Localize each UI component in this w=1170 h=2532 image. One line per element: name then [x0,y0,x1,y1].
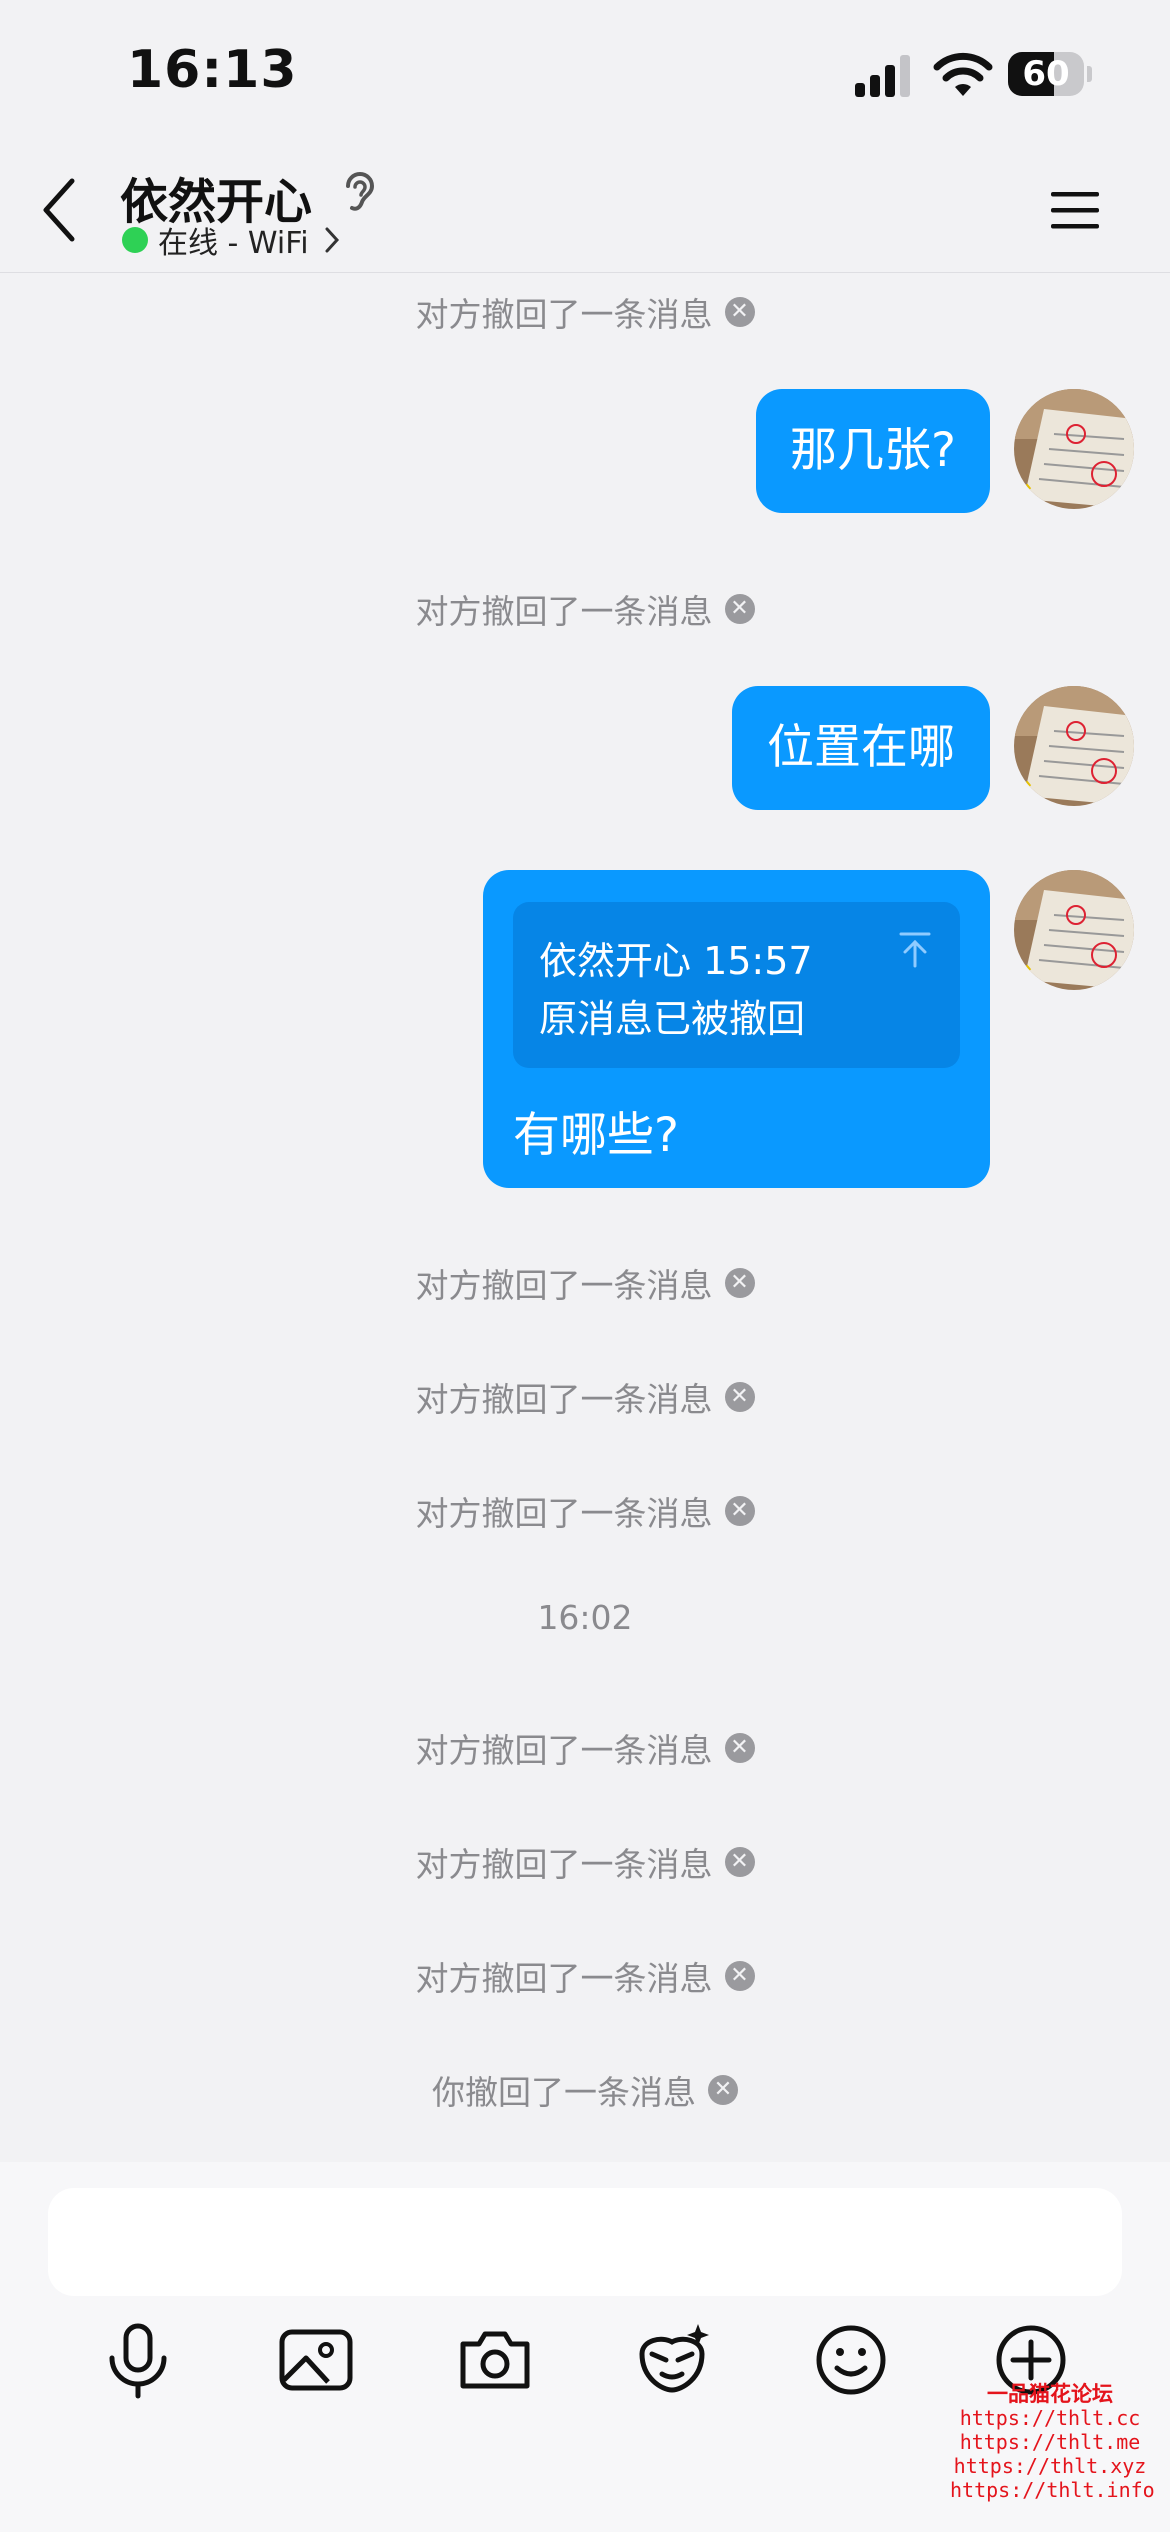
watermark-title: 一品猫花论坛 [987,2381,1113,2406]
avatar-image [1014,389,1134,509]
quote-author-time: 依然开心 15:57 [539,939,813,983]
emoji-icon[interactable] [811,2320,891,2400]
avatar[interactable] [1014,389,1134,509]
recall-notice: 对方撤回了一条消息 ✕ [0,1838,1170,1886]
close-icon[interactable]: ✕ [724,1733,755,1763]
close-icon[interactable]: ✕ [724,594,755,624]
close-icon[interactable]: ✕ [708,2075,738,2105]
avatar-image [1014,686,1134,806]
close-icon[interactable]: ✕ [724,1268,755,1298]
recall-notice: 对方撤回了一条消息 ✕ [0,1724,1170,1772]
recall-notice: 对方撤回了一条消息 ✕ [0,1259,1170,1307]
recall-notice: 对方撤回了一条消息 ✕ [0,585,1170,633]
cellular-signal-icon [855,55,910,97]
close-icon[interactable]: ✕ [724,1382,755,1412]
message-input[interactable] [48,2188,1122,2296]
clock: 16:13 [127,40,298,100]
avatar[interactable] [1014,870,1134,990]
message-bubble[interactable]: 那几张? [756,389,990,513]
back-arrow-icon[interactable] [40,175,80,245]
chevron-right-icon [325,227,339,253]
recall-notice: 对方撤回了一条消息 ✕ [0,1487,1170,1535]
battery-indicator: 60 [1008,52,1092,96]
status-bar: 16:13 60 [0,0,1170,150]
ear-icon[interactable] [340,168,380,216]
battery-percent: 60 [1022,54,1070,94]
watermark: 一品猫花论坛 https://thlt.cc https://thlt.me h… [950,2381,1155,2503]
avatar-image [1014,870,1134,990]
online-dot-icon [122,227,148,253]
jump-to-top-icon[interactable] [897,930,933,970]
recall-notice-self: 你撤回了一条消息 ✕ [0,2066,1170,2114]
microphone-icon[interactable] [98,2320,178,2400]
timestamp: 16:02 [537,1598,633,1637]
online-status[interactable]: 在线 - WiFi [122,218,341,262]
close-icon[interactable]: ✕ [724,1847,755,1877]
reply-text: 有哪些? [513,1108,679,1163]
online-status-text: 在线 - WiFi [158,226,309,261]
chat-header: 依然开心 在线 - WiFi [0,150,1170,273]
wifi-icon [933,52,993,96]
avatar[interactable] [1014,686,1134,806]
recall-notice: 对方撤回了一条消息 ✕ [0,288,1170,336]
menu-icon[interactable] [1045,180,1105,240]
sticker-icon[interactable] [632,2320,712,2400]
close-icon[interactable]: ✕ [724,1496,755,1526]
quote-text: 原消息已被撤回 [539,997,806,1041]
watermark-url: https://thlt.me [959,2430,1141,2454]
close-icon[interactable]: ✕ [724,1961,755,1991]
camera-icon[interactable] [455,2320,535,2400]
watermark-url: https://thlt.cc [959,2406,1141,2430]
close-icon[interactable]: ✕ [724,297,755,327]
watermark-url: https://thlt.xyz [953,2454,1147,2478]
quoted-message[interactable]: 依然开心 15:57 原消息已被撤回 [513,902,960,1068]
recall-notice: 对方撤回了一条消息 ✕ [0,1952,1170,2000]
image-icon[interactable] [276,2320,356,2400]
reply-message-bubble[interactable]: 依然开心 15:57 原消息已被撤回 有哪些? [483,870,990,1188]
recall-notice: 对方撤回了一条消息 ✕ [0,1373,1170,1421]
message-bubble[interactable]: 位置在哪 [732,686,990,810]
watermark-url: https://thlt.info [950,2478,1155,2502]
